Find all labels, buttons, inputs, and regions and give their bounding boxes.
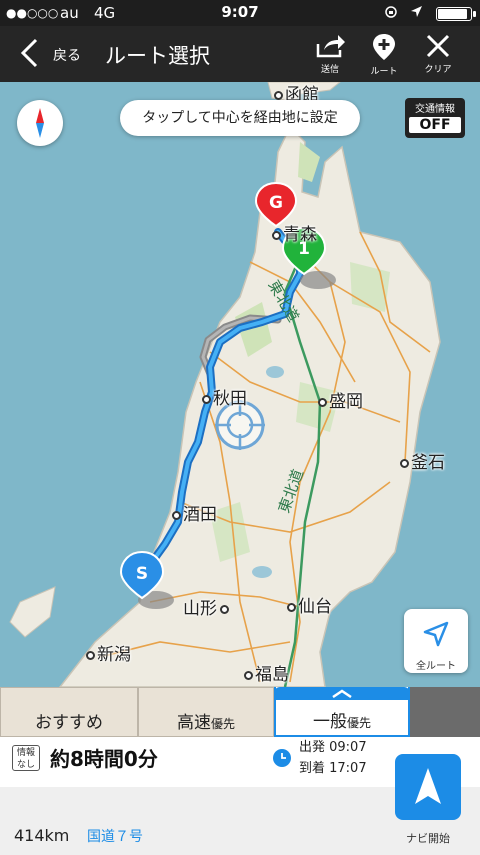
city-label-fukushima: 福島 [244, 660, 289, 685]
page-title: ルート選択 [105, 44, 210, 68]
route-option-tabs: おすすめ 高速優先 一般優先 [0, 687, 480, 737]
lake [266, 366, 284, 378]
route-map[interactable]: 東北道 東北道 G 1 S 函館 青森 秋田 盛岡 釜石 酒田 山形 仙台 新潟… [0, 82, 480, 687]
lake [252, 566, 272, 578]
svg-text:S: S [136, 564, 148, 584]
start-navigation-button[interactable] [395, 754, 461, 820]
chevron-up-icon [332, 689, 352, 698]
navigation-arrow-icon [415, 768, 441, 804]
city-label-sakata: 酒田 [172, 500, 217, 525]
route-label: ルート [370, 67, 398, 77]
forest-patch [298, 142, 320, 182]
all-route-label: 全ルート [416, 661, 456, 672]
traffic-info-none-badge: 情報 なし [12, 745, 40, 771]
city-label-sendai: 仙台 [287, 592, 332, 617]
clock-time: 9:07 [221, 3, 259, 21]
clock-icon [273, 749, 291, 767]
send-button[interactable]: 送信 [302, 32, 358, 78]
route-times: 出発 09:07 到着 17:07 [299, 737, 367, 779]
route-main-road[interactable]: 国道７号 [87, 826, 143, 846]
send-label: 送信 [320, 65, 339, 75]
status-bar: ●●○○○ au 4G 9:07 [0, 0, 480, 26]
traffic-info-toggle[interactable]: 交通情報 OFF [405, 98, 465, 138]
expand-handle[interactable] [274, 687, 410, 700]
navigation-arrow-icon [423, 621, 449, 647]
start-navigation-label: ナビ開始 [406, 832, 450, 845]
clear-button[interactable]: クリア [410, 32, 466, 78]
back-button[interactable] [18, 37, 40, 69]
route-distance: 414km [14, 826, 70, 845]
tap-hint-banner[interactable]: タップして中心を経由地に設定 [120, 100, 360, 136]
city-label-niigata: 新潟 [86, 640, 131, 665]
tab-highway-priority[interactable]: 高速優先 [138, 687, 274, 737]
traffic-info-label: 交通情報 [415, 104, 455, 115]
departure-time: 出発 09:07 [299, 740, 367, 755]
back-label[interactable]: 戻る [53, 45, 81, 65]
svg-text:G: G [269, 193, 283, 213]
all-route-button[interactable]: 全ルート [404, 609, 468, 673]
tab-recommended[interactable]: おすすめ [0, 687, 138, 737]
close-icon [426, 34, 450, 58]
clear-label: クリア [424, 65, 452, 75]
chevron-left-icon [20, 38, 38, 68]
traffic-info-state: OFF [409, 117, 461, 133]
city-label-kamaishi: 釜石 [400, 448, 445, 473]
route-info-panel: 情報 なし 約8時間0分 出発 09:07 到着 17:07 414km 国道７号… [0, 737, 480, 855]
tab-local-road-priority[interactable]: 一般優先 [274, 687, 410, 737]
city-label-akita: 秋田 [202, 384, 247, 409]
location-arrow-icon [410, 5, 423, 22]
sado-island [9, 586, 56, 638]
city-label-morioka: 盛岡 [318, 387, 363, 412]
city-label-aomori: 青森 [272, 220, 317, 245]
add-route-button[interactable]: ルート [356, 32, 412, 78]
battery-icon [436, 7, 476, 21]
city-label-yamagata: 山形 [183, 594, 231, 619]
nav-bar: 戻る ルート選択 送信 ルート クリア [0, 26, 480, 82]
route-duration: 約8時間0分 [50, 747, 158, 771]
share-icon [316, 35, 345, 58]
rotation-lock-icon [384, 5, 398, 23]
compass-icon [36, 108, 44, 138]
arrival-time: 到着 17:07 [299, 761, 367, 776]
add-waypoint-icon [373, 34, 395, 60]
compass-button[interactable] [17, 100, 63, 146]
